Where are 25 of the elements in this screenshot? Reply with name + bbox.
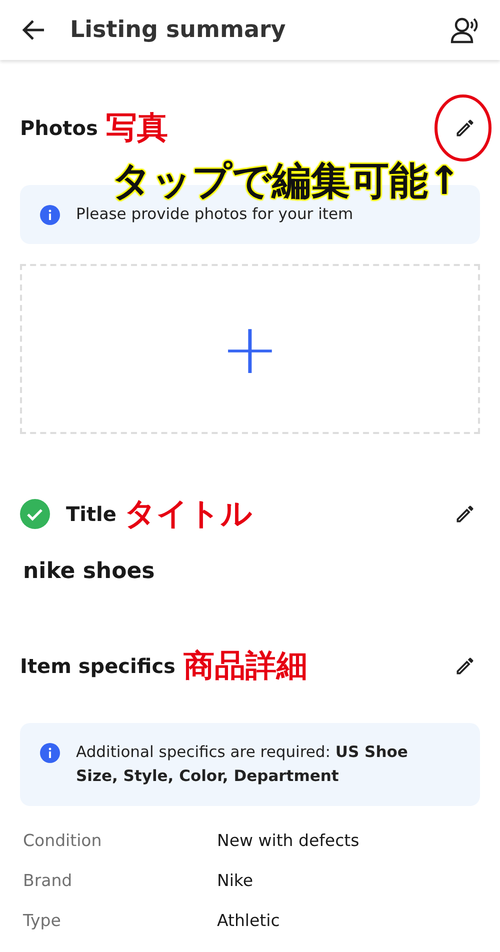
notice-text: Additional specifics are required: US Shoe Size, Style, Color, Department — [76, 742, 409, 786]
spec-label: Condition — [22, 830, 103, 852]
section-heading: Photos — [20, 115, 98, 142]
spec-value: Athletic — [217, 910, 280, 932]
info-icon — [40, 743, 60, 764]
pencil-icon — [454, 117, 476, 139]
voice-person-icon[interactable] — [450, 16, 480, 44]
title-value: nike shoes — [23, 558, 156, 586]
annotation-label: 写真 — [106, 112, 168, 144]
annotation-label: タイトル — [124, 498, 252, 530]
section-heading: Item specifics — [20, 653, 176, 680]
annotation-label: 商品詳細 — [183, 650, 308, 682]
spec-label: Brand — [22, 870, 74, 892]
page-title: Listing summary — [70, 16, 286, 45]
add-photo-button[interactable]: + — [220, 314, 280, 384]
spec-value: New with defects — [217, 830, 360, 852]
pencil-icon — [454, 503, 476, 526]
info-icon — [40, 205, 60, 225]
pencil-icon — [454, 655, 476, 678]
spec-value: Nike — [217, 870, 254, 892]
spec-label: Type — [22, 910, 62, 932]
hint-annotation: タップで編集可能↑ — [112, 162, 461, 201]
section-heading: Title — [66, 501, 116, 528]
notice-text: Please provide photos for your item — [76, 204, 354, 225]
back-icon[interactable] — [22, 19, 46, 41]
